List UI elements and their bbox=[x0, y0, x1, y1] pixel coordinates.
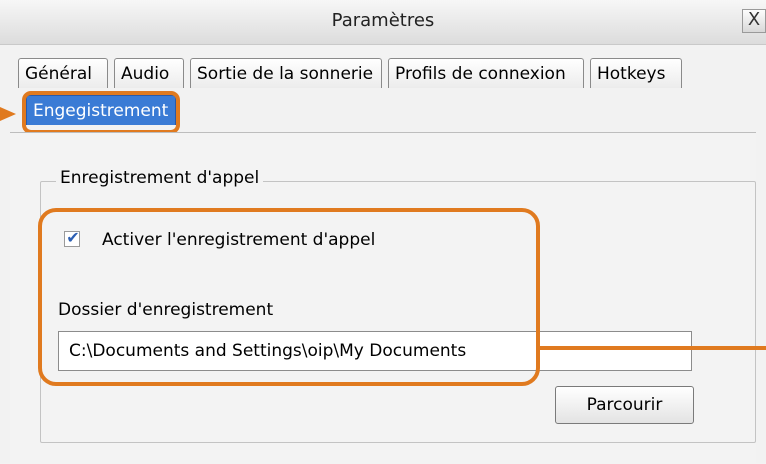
group-title: Enregistrement d'appel bbox=[56, 168, 264, 188]
tab-connection-profiles[interactable]: Profils de connexion bbox=[388, 58, 584, 88]
title-bar: Paramètres X bbox=[0, 0, 766, 45]
tab-ringtone-output[interactable]: Sortie de la sonnerie bbox=[190, 58, 382, 88]
focus-annotation bbox=[38, 208, 540, 386]
browse-button[interactable]: Parcourir bbox=[555, 386, 694, 424]
tab-hotkeys[interactable]: Hotkeys bbox=[590, 58, 682, 88]
annotation-arrow-icon bbox=[0, 107, 16, 121]
tab-highlight-annotation bbox=[22, 91, 180, 134]
tab-audio[interactable]: Audio bbox=[114, 58, 184, 88]
annotation-connector-line bbox=[540, 346, 766, 350]
tab-general[interactable]: Général bbox=[18, 58, 108, 88]
close-button[interactable]: X bbox=[742, 9, 766, 33]
settings-window: Paramètres X Général Audio Sortie de la … bbox=[0, 0, 766, 464]
window-title: Paramètres bbox=[331, 10, 435, 31]
